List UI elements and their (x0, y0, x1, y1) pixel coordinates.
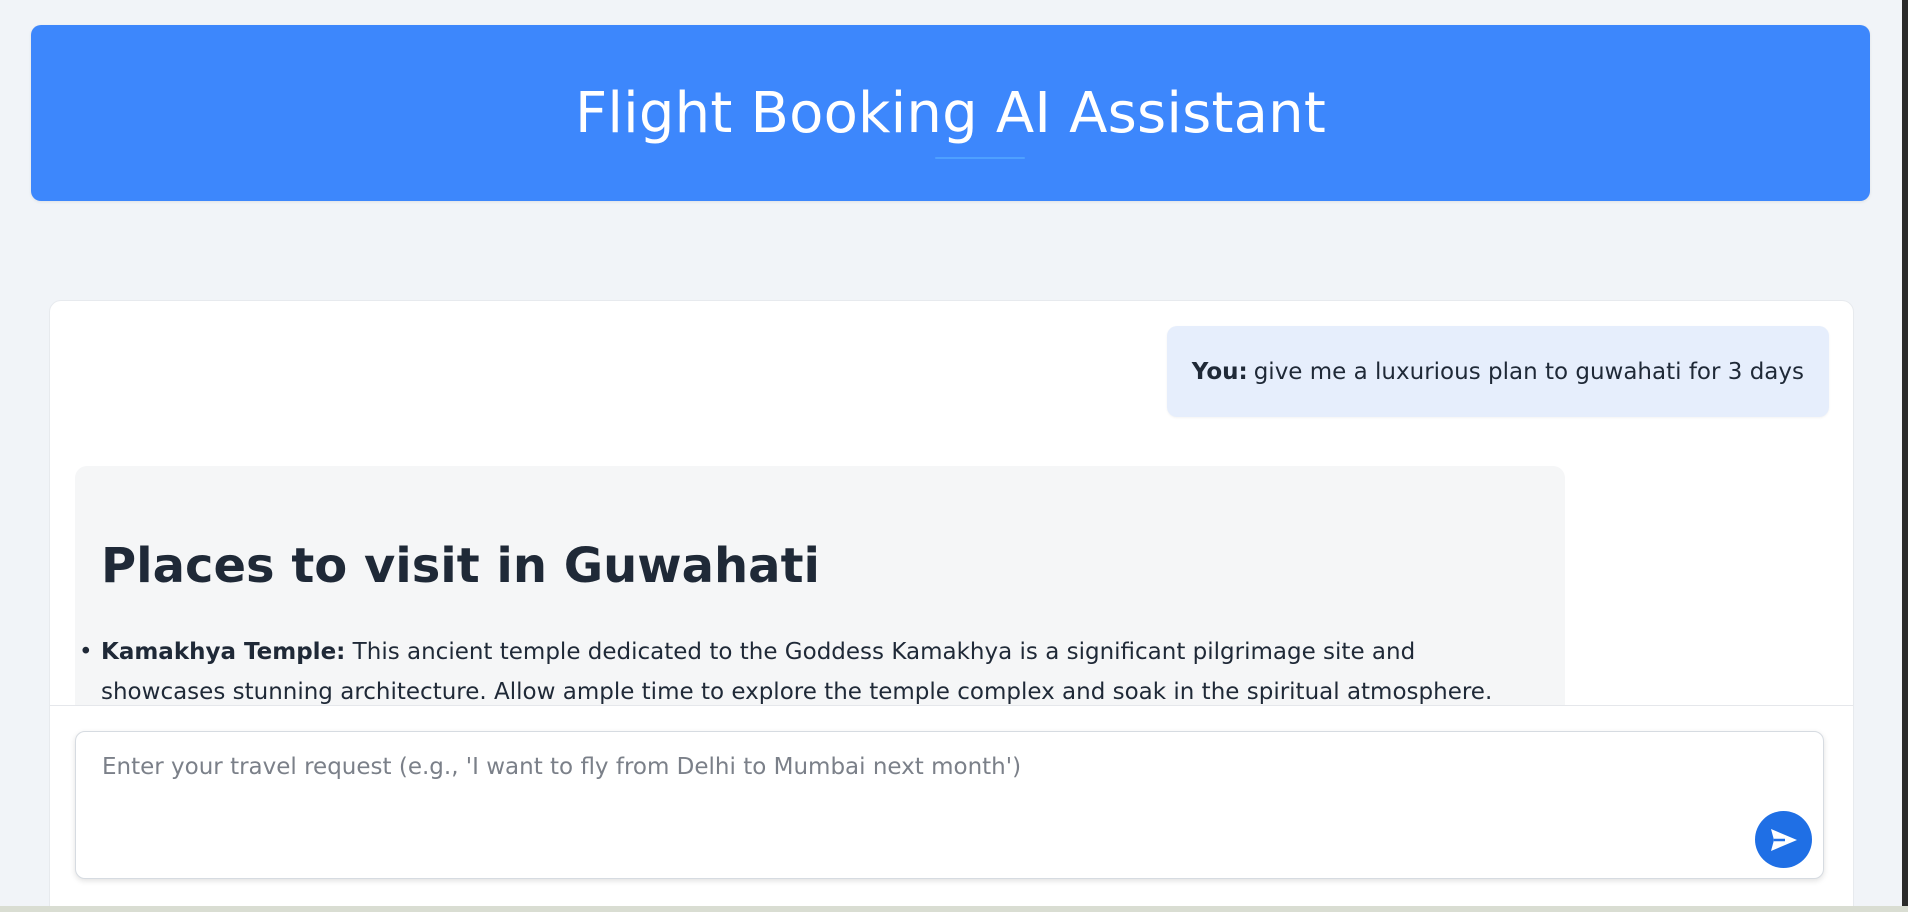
window-bottom-edge (0, 906, 1908, 912)
send-button[interactable] (1755, 811, 1812, 868)
header-decoration (935, 157, 1025, 159)
list-bullet: • (79, 639, 93, 665)
places-list: • Kamakhya Temple: This ancient temple d… (79, 632, 1539, 705)
send-icon (1770, 828, 1797, 851)
app-title: Flight Booking AI Assistant (574, 80, 1327, 146)
assistant-heading: Places to visit in Guwahati (101, 538, 820, 594)
list-item: • Kamakhya Temple: This ancient temple d… (79, 632, 1539, 705)
travel-request-input[interactable] (76, 732, 1823, 878)
window-scrollbar[interactable] (1902, 0, 1908, 912)
message-list[interactable]: You: give me a luxurious plan to guwahat… (50, 301, 1853, 705)
user-sender-label: You: (1191, 358, 1248, 385)
user-message-text: give me a luxurious plan to guwahati for… (1253, 358, 1804, 385)
user-message: You: give me a luxurious plan to guwahat… (1166, 326, 1829, 417)
assistant-message: Places to visit in Guwahati • Kamakhya T… (75, 466, 1565, 705)
chat-container: You: give me a luxurious plan to guwahat… (49, 300, 1854, 912)
place-title: Kamakhya Temple: (101, 639, 346, 665)
input-box (75, 731, 1824, 879)
app-page: Flight Booking AI Assistant You: give me… (0, 0, 1908, 912)
input-area (50, 705, 1853, 912)
app-header: Flight Booking AI Assistant (31, 25, 1870, 201)
